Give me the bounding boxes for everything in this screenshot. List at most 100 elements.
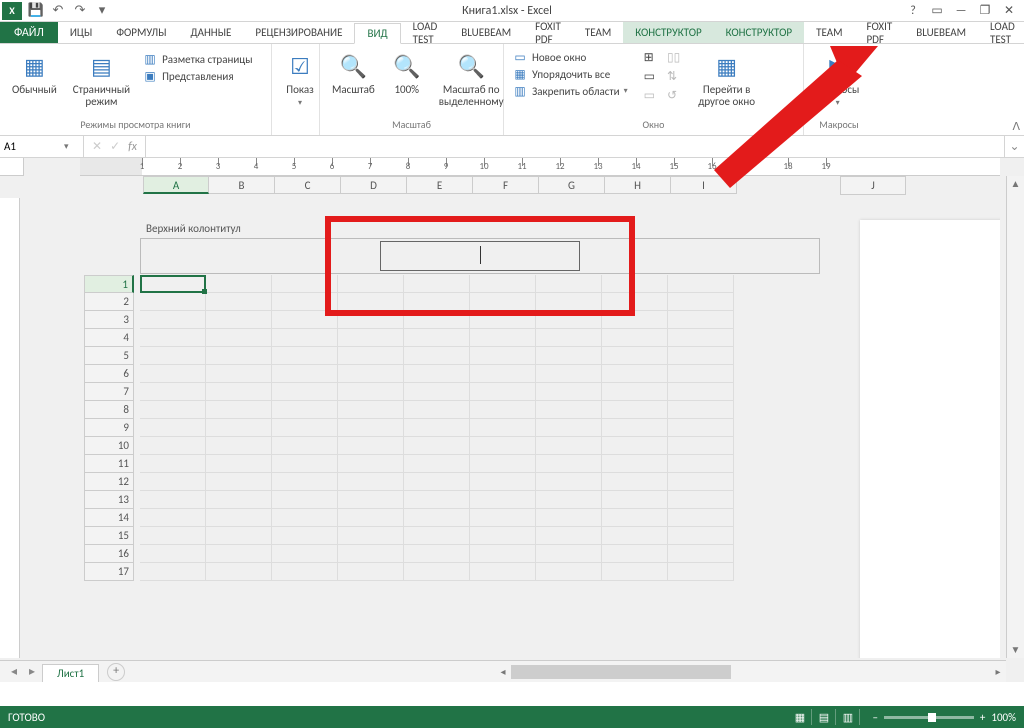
normal-view-button[interactable]: ▦ Обычный <box>8 48 61 98</box>
select-all-corner[interactable] <box>0 158 24 176</box>
vertical-ruler[interactable] <box>0 198 20 658</box>
fx-icon[interactable]: fx <box>128 140 137 154</box>
cell-H10[interactable] <box>602 437 668 455</box>
cell-E14[interactable] <box>404 509 470 527</box>
cell-A9[interactable] <box>140 419 206 437</box>
cell-B2[interactable] <box>206 293 272 311</box>
cell-A6[interactable] <box>140 365 206 383</box>
cell-I6[interactable] <box>668 365 734 383</box>
cell-A7[interactable] <box>140 383 206 401</box>
cell-E11[interactable] <box>404 455 470 473</box>
sync-scroll-icon[interactable]: ⇅ <box>667 69 680 84</box>
hide-icon[interactable]: ▭ <box>644 69 655 84</box>
cell-G12[interactable] <box>536 473 602 491</box>
ribbon-tab-team[interactable]: TEAM <box>804 22 854 43</box>
cell-H17[interactable] <box>602 563 668 581</box>
sheet-tab-1[interactable]: Лист1 <box>42 664 99 682</box>
cell-A14[interactable] <box>140 509 206 527</box>
cell-C5[interactable] <box>272 347 338 365</box>
cell-F10[interactable] <box>470 437 536 455</box>
cell-C10[interactable] <box>272 437 338 455</box>
cell-E16[interactable] <box>404 545 470 563</box>
cell-G2[interactable] <box>536 293 602 311</box>
cell-I5[interactable] <box>668 347 734 365</box>
close-icon[interactable]: ✕ <box>1000 2 1018 20</box>
cell-H11[interactable] <box>602 455 668 473</box>
cell-D1[interactable] <box>338 275 404 293</box>
cell-B1[interactable] <box>206 275 272 293</box>
custom-views-button[interactable]: ▣ Представления <box>142 69 253 83</box>
cell-D6[interactable] <box>338 365 404 383</box>
row-header-7[interactable]: 7 <box>84 383 134 401</box>
cell-A4[interactable] <box>140 329 206 347</box>
cell-B16[interactable] <box>206 545 272 563</box>
unhide-icon[interactable]: ▭ <box>644 88 655 103</box>
cell-B3[interactable] <box>206 311 272 329</box>
row-header-6[interactable]: 6 <box>84 365 134 383</box>
cell-C17[interactable] <box>272 563 338 581</box>
cell-H13[interactable] <box>602 491 668 509</box>
cell-I10[interactable] <box>668 437 734 455</box>
scroll-down-icon[interactable]: ▼ <box>1007 642 1024 658</box>
cell-B14[interactable] <box>206 509 272 527</box>
cell-F14[interactable] <box>470 509 536 527</box>
help-icon[interactable]: ? <box>904 2 922 20</box>
cell-H14[interactable] <box>602 509 668 527</box>
pagelayout-view-icon[interactable]: ▤ <box>812 709 836 725</box>
cell-G6[interactable] <box>536 365 602 383</box>
cell-D10[interactable] <box>338 437 404 455</box>
sheet-nav-prev-icon[interactable]: ◂ <box>6 664 22 679</box>
cell-B7[interactable] <box>206 383 272 401</box>
cell-B10[interactable] <box>206 437 272 455</box>
cell-F4[interactable] <box>470 329 536 347</box>
cell-I1[interactable] <box>668 275 734 293</box>
cell-E1[interactable] <box>404 275 470 293</box>
cell-D5[interactable] <box>338 347 404 365</box>
arrange-all-button[interactable]: ▦ Упорядочить все <box>512 67 628 81</box>
row-header-12[interactable]: 12 <box>84 473 134 491</box>
cell-I2[interactable] <box>668 293 734 311</box>
undo-icon[interactable]: ↶ <box>50 3 66 19</box>
cell-A10[interactable] <box>140 437 206 455</box>
cell-G9[interactable] <box>536 419 602 437</box>
name-box-input[interactable] <box>4 140 60 153</box>
qat-customize-icon[interactable]: ▾ <box>94 3 110 19</box>
page-layout-button[interactable]: ▥ Разметка страницы <box>142 52 253 66</box>
cell-H15[interactable] <box>602 527 668 545</box>
cell-F3[interactable] <box>470 311 536 329</box>
ribbon-tab-8[interactable]: TEAM <box>573 22 623 43</box>
cell-F8[interactable] <box>470 401 536 419</box>
cell-D15[interactable] <box>338 527 404 545</box>
row-header-16[interactable]: 16 <box>84 545 134 563</box>
cell-I3[interactable] <box>668 311 734 329</box>
pagebreak-view-button[interactable]: ▤ Страничный режим <box>69 48 134 110</box>
cell-E3[interactable] <box>404 311 470 329</box>
cell-C13[interactable] <box>272 491 338 509</box>
cell-F1[interactable] <box>470 275 536 293</box>
cell-F7[interactable] <box>470 383 536 401</box>
horizontal-scrollbar[interactable]: ◂ ▸ <box>495 660 1006 682</box>
cell-G4[interactable] <box>536 329 602 347</box>
cell-G17[interactable] <box>536 563 602 581</box>
row-header-1[interactable]: 1 <box>84 275 134 293</box>
cell-B5[interactable] <box>206 347 272 365</box>
zoom-out-button[interactable]: – <box>872 711 877 724</box>
row-header-5[interactable]: 5 <box>84 347 134 365</box>
cell-I8[interactable] <box>668 401 734 419</box>
cell-F5[interactable] <box>470 347 536 365</box>
cell-B15[interactable] <box>206 527 272 545</box>
cell-I11[interactable] <box>668 455 734 473</box>
scroll-right-icon[interactable]: ▸ <box>990 665 1006 678</box>
cell-I7[interactable] <box>668 383 734 401</box>
cell-D3[interactable] <box>338 311 404 329</box>
cell-D13[interactable] <box>338 491 404 509</box>
cell-F16[interactable] <box>470 545 536 563</box>
row-header-4[interactable]: 4 <box>84 329 134 347</box>
cancel-formula-icon[interactable]: ✕ <box>92 139 102 154</box>
ribbon-options-icon[interactable]: ▭ <box>928 2 946 20</box>
ribbon-tab-5[interactable]: LOAD TEST <box>401 22 450 43</box>
cell-B4[interactable] <box>206 329 272 347</box>
cell-C9[interactable] <box>272 419 338 437</box>
row-header-15[interactable]: 15 <box>84 527 134 545</box>
name-box-dropdown-icon[interactable]: ▾ <box>64 141 69 152</box>
